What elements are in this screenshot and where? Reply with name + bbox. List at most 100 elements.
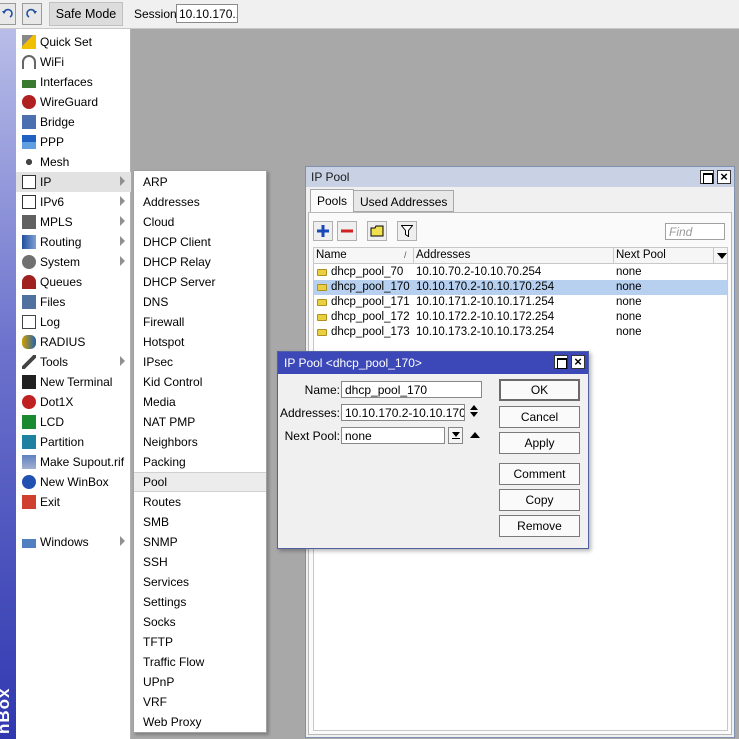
submenu-arrow-icon: [120, 216, 125, 226]
submenu-item-packing[interactable]: Packing: [134, 452, 266, 472]
menu-item-label: New Terminal: [40, 375, 113, 389]
ok-button[interactable]: OK: [499, 379, 580, 401]
comment-button-dialog[interactable]: Comment: [499, 463, 580, 485]
table-row[interactable]: dhcp_pool_70 10.10.70.2-10.10.70.254 none: [314, 265, 727, 280]
menu-item-ip[interactable]: IP: [16, 172, 131, 192]
menu-item-exit[interactable]: Exit: [16, 492, 131, 512]
menu-item-dot1x[interactable]: Dot1X: [16, 392, 131, 412]
pool-icon: [317, 314, 327, 321]
submenu-item-addresses[interactable]: Addresses: [134, 192, 266, 212]
submenu-item-dhcp-relay[interactable]: DHCP Relay: [134, 252, 266, 272]
menu-item-label: Bridge: [40, 115, 75, 129]
comment-button[interactable]: [367, 221, 387, 241]
undo-button[interactable]: [0, 3, 16, 25]
submenu-item-vrf[interactable]: VRF: [134, 692, 266, 712]
submenu-item-ipsec[interactable]: IPsec: [134, 352, 266, 372]
bridge-icon: [22, 115, 36, 129]
menu-item-new-terminal[interactable]: New Terminal: [16, 372, 131, 392]
close-button[interactable]: ×: [717, 170, 731, 184]
submenu-item-socks[interactable]: Socks: [134, 612, 266, 632]
next-pool-up-icon[interactable]: [470, 432, 480, 438]
session-field[interactable]: 10.10.170.1: [176, 4, 238, 23]
table-row[interactable]: dhcp_pool_171 10.10.171.2-10.10.171.254 no…: [314, 295, 727, 310]
table-row[interactable]: dhcp_pool_170 10.10.170.2-10.10.170.254 no…: [314, 280, 727, 295]
submenu-item-settings[interactable]: Settings: [134, 592, 266, 612]
maximize-button[interactable]: [700, 170, 714, 184]
submenu-item-pool[interactable]: Pool: [134, 472, 266, 492]
cancel-button[interactable]: Cancel: [499, 406, 580, 428]
menu-item-log[interactable]: Log: [16, 312, 131, 332]
submenu-item-arp[interactable]: ARP: [134, 172, 266, 192]
menu-item-wireguard[interactable]: WireGuard: [16, 92, 131, 112]
submenu-item-snmp[interactable]: SNMP: [134, 532, 266, 552]
copy-button[interactable]: Copy: [499, 489, 580, 511]
submenu-item-nat-pmp[interactable]: NAT PMP: [134, 412, 266, 432]
menu-item-lcd[interactable]: LCD: [16, 412, 131, 432]
mpls-icon: [22, 215, 36, 229]
submenu-item-cloud[interactable]: Cloud: [134, 212, 266, 232]
addresses-updown-button[interactable]: [470, 405, 478, 417]
redo-button[interactable]: [22, 3, 42, 25]
submenu-item-firewall[interactable]: Firewall: [134, 312, 266, 332]
menu-item-tools[interactable]: Tools: [16, 352, 131, 372]
queues-icon: [22, 275, 36, 289]
table-row[interactable]: dhcp_pool_173 10.10.173.2-10.10.173.254 no…: [314, 325, 727, 340]
submenu-item-routes[interactable]: Routes: [134, 492, 266, 512]
submenu-item-media[interactable]: Media: [134, 392, 266, 412]
submenu-item-web-proxy[interactable]: Web Proxy: [134, 712, 266, 732]
find-input[interactable]: Find: [665, 223, 725, 240]
menu-item-bridge[interactable]: Bridge: [16, 112, 131, 132]
submenu-item-neighbors[interactable]: Neighbors: [134, 432, 266, 452]
submenu-item-dhcp-client[interactable]: DHCP Client: [134, 232, 266, 252]
submenu-item-dhcp-server[interactable]: DHCP Server: [134, 272, 266, 292]
apply-button[interactable]: Apply: [499, 432, 580, 454]
supout-icon: [22, 455, 36, 469]
next-pool-dropdown-button[interactable]: [448, 427, 463, 444]
submenu-arrow-icon: [120, 176, 125, 186]
menu-item-interfaces[interactable]: Interfaces: [16, 72, 131, 92]
menu-item-files[interactable]: Files: [16, 292, 131, 312]
menu-item-label: Interfaces: [40, 75, 93, 89]
submenu-item-kid-control[interactable]: Kid Control: [134, 372, 266, 392]
tab-used-addresses[interactable]: Used Addresses: [353, 190, 455, 212]
submenu-item-ssh[interactable]: SSH: [134, 552, 266, 572]
column-name[interactable]: Name: [314, 248, 414, 264]
menu-item-ppp[interactable]: PPP: [16, 132, 131, 152]
column-addresses[interactable]: Addresses: [414, 248, 614, 264]
menu-item-wifi[interactable]: WiFi: [16, 52, 131, 72]
menu-item-windows[interactable]: Windows: [16, 532, 131, 552]
dialog-close-button[interactable]: ×: [571, 355, 585, 369]
submenu-item-traffic-flow[interactable]: Traffic Flow: [134, 652, 266, 672]
submenu-item-services[interactable]: Services: [134, 572, 266, 592]
add-button[interactable]: [313, 221, 333, 241]
menu-item-make-supout-rif[interactable]: Make Supout.rif: [16, 452, 131, 472]
submenu-item-tftp[interactable]: TFTP: [134, 632, 266, 652]
menu-item-queues[interactable]: Queues: [16, 272, 131, 292]
name-field[interactable]: dhcp_pool_170: [341, 381, 482, 398]
filter-button[interactable]: [397, 221, 417, 241]
remove-button[interactable]: [337, 221, 357, 241]
menu-item-new-winbox[interactable]: New WinBox: [16, 472, 131, 492]
next-pool-select[interactable]: none: [341, 427, 445, 444]
menu-item-mesh[interactable]: Mesh: [16, 152, 131, 172]
column-next-pool[interactable]: Next Pool: [614, 248, 714, 264]
tab-pools[interactable]: Pools: [310, 189, 355, 213]
menu-item-quick-set[interactable]: Quick Set: [16, 32, 131, 52]
menu-item-partition[interactable]: Partition: [16, 432, 131, 452]
menu-item-routing[interactable]: Routing: [16, 232, 131, 252]
menu-item-radius[interactable]: RADIUS: [16, 332, 131, 352]
safe-mode-button[interactable]: Safe Mode: [49, 2, 123, 26]
menu-item-mpls[interactable]: MPLS: [16, 212, 131, 232]
dialog-maximize-button[interactable]: [554, 355, 568, 369]
menu-item-ipv6[interactable]: IPv6: [16, 192, 131, 212]
remove-button-dialog[interactable]: Remove: [499, 515, 580, 537]
addresses-field[interactable]: 10.10.170.2-10.10.170.2: [341, 404, 465, 421]
submenu-arrow-icon: [120, 196, 125, 206]
column-menu-icon[interactable]: [717, 253, 727, 259]
menu-item-system[interactable]: System: [16, 252, 131, 272]
table-row[interactable]: dhcp_pool_172 10.10.172.2-10.10.172.254 no…: [314, 310, 727, 325]
submenu-item-hotspot[interactable]: Hotspot: [134, 332, 266, 352]
submenu-item-upnp[interactable]: UPnP: [134, 672, 266, 692]
submenu-item-dns[interactable]: DNS: [134, 292, 266, 312]
submenu-item-smb[interactable]: SMB: [134, 512, 266, 532]
